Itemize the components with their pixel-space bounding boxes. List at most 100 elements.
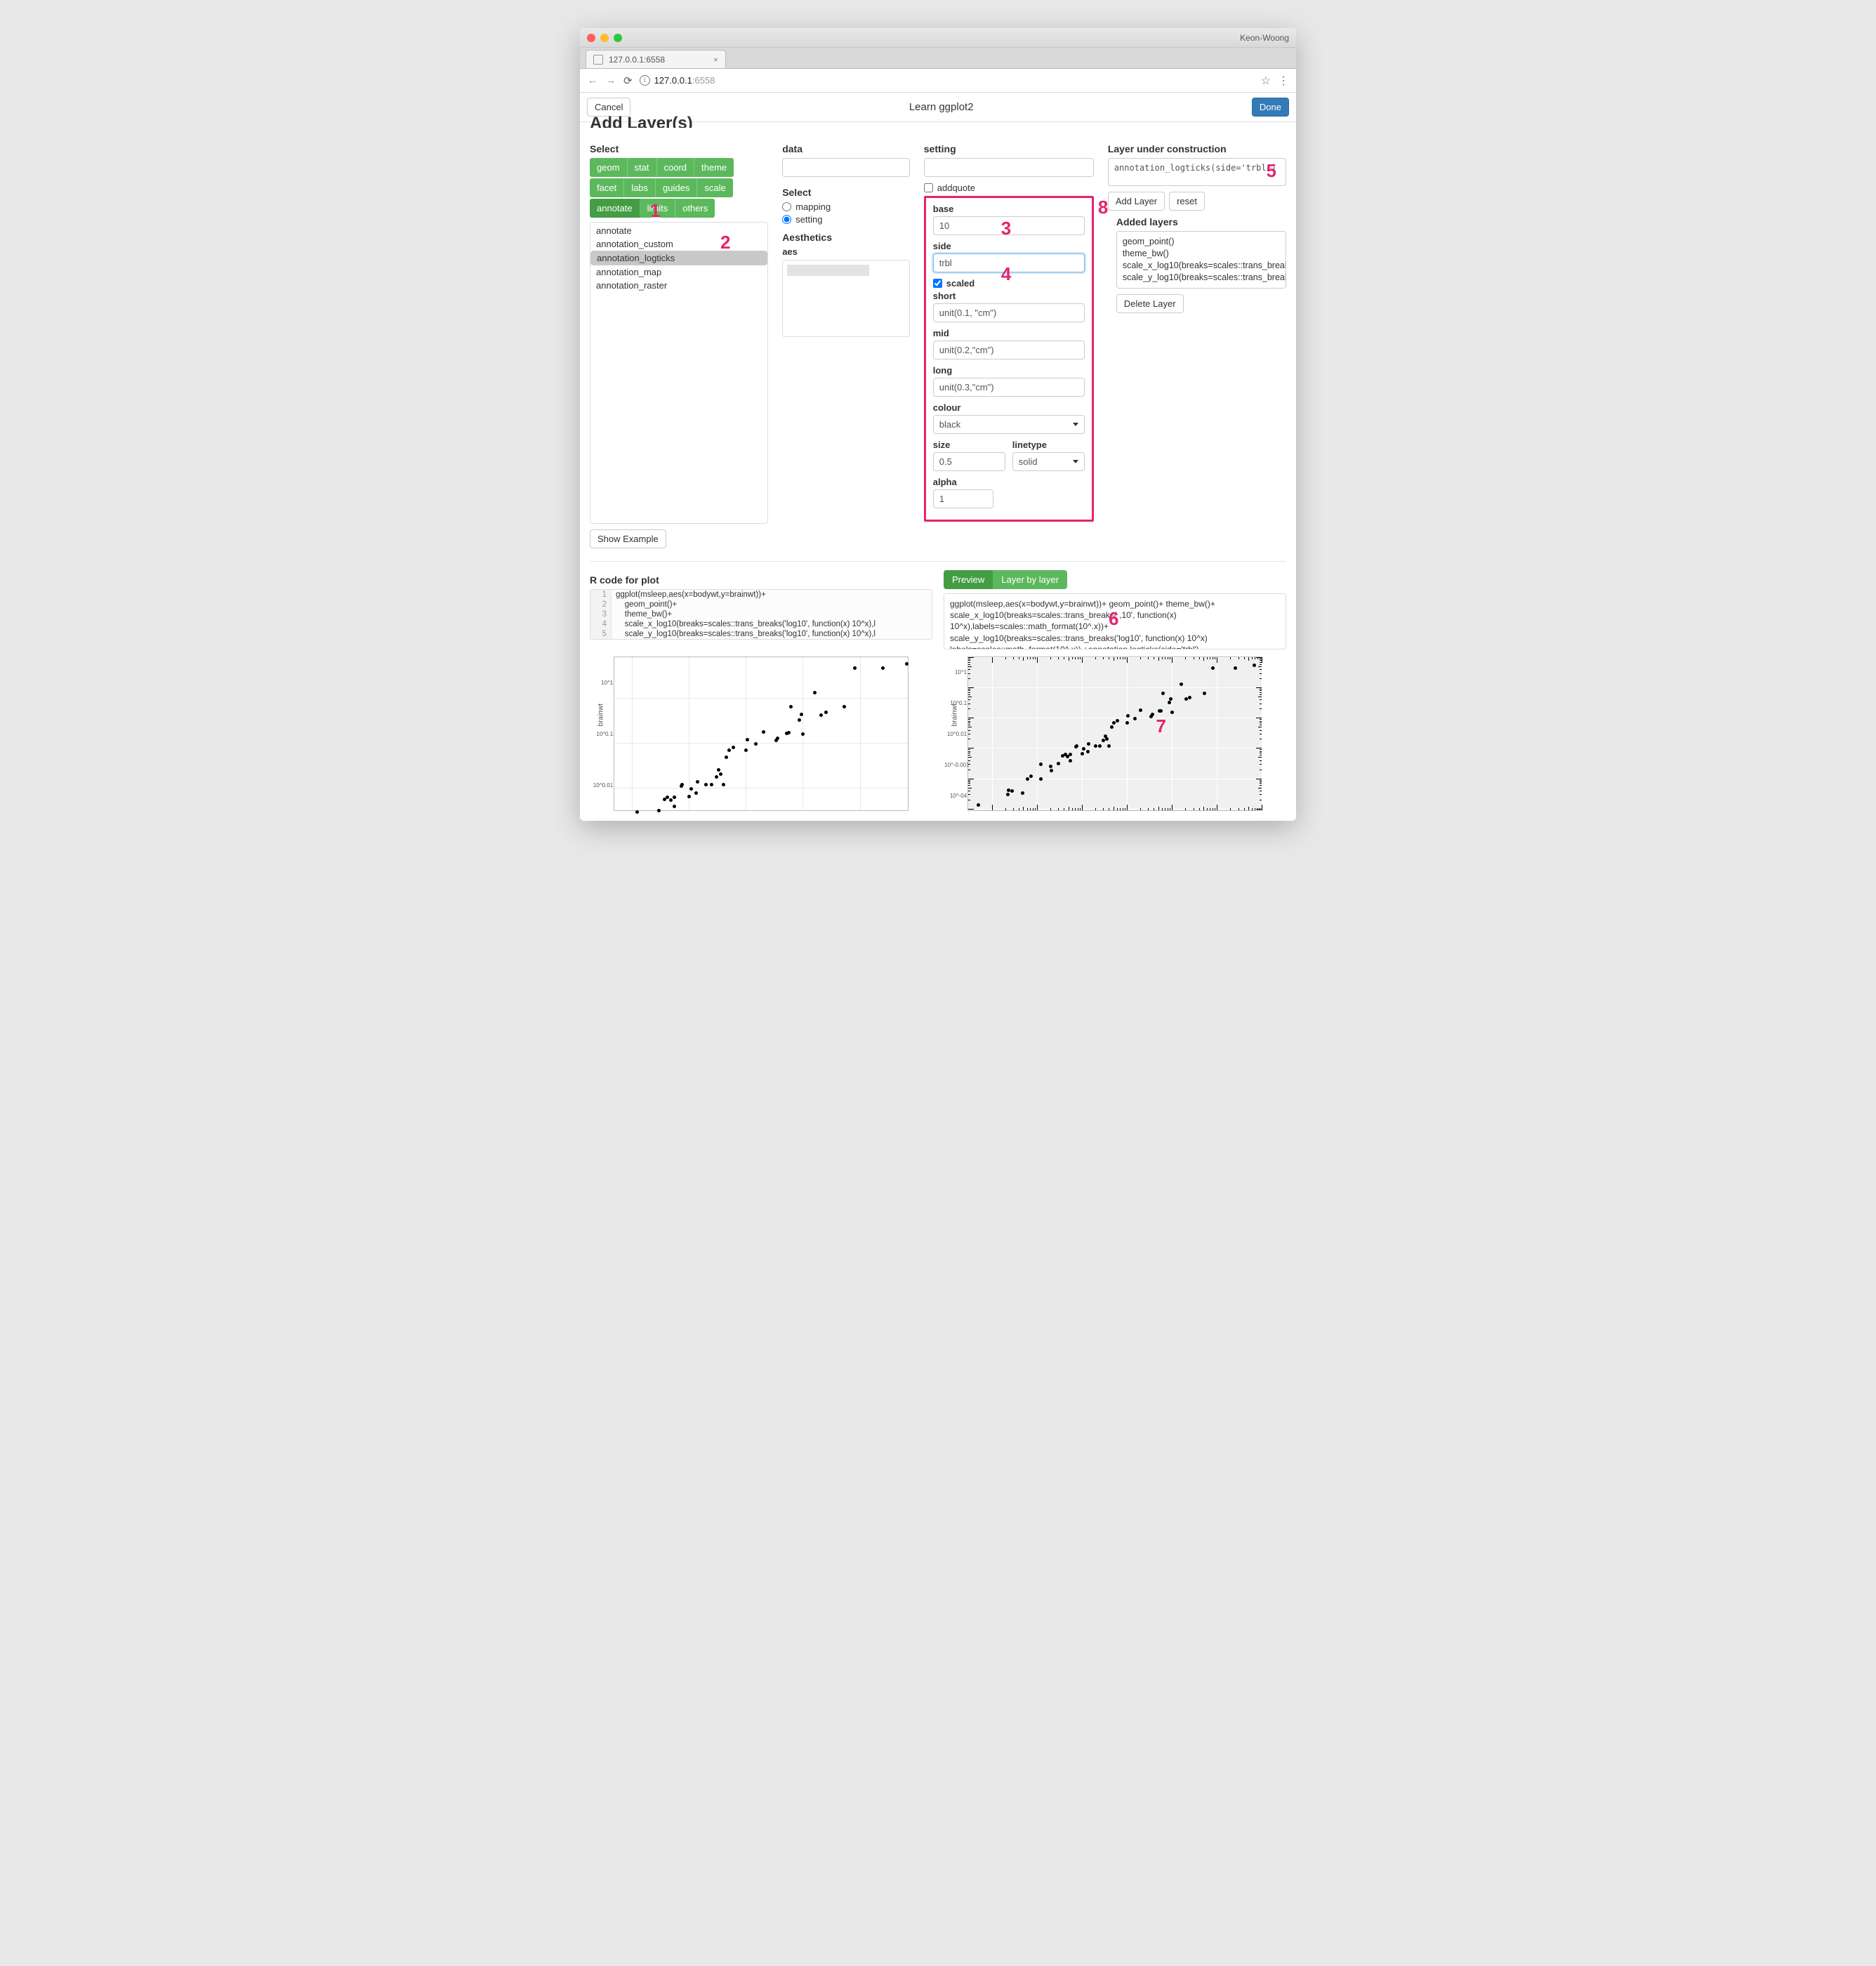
aes-label: aes: [782, 246, 910, 257]
add-layer-button[interactable]: Add Layer: [1108, 192, 1165, 211]
plot-right: 10^-0410^-0.00110^0.0110^0.110^1: [967, 657, 1262, 811]
pill-stat[interactable]: stat: [628, 158, 657, 177]
mapping-radio[interactable]: mapping: [782, 202, 910, 212]
long-label: long: [933, 365, 1085, 376]
size-label: size: [933, 440, 1005, 450]
select-label: Select: [590, 143, 768, 154]
ylabel-right: brainwt: [951, 704, 959, 726]
app-title: Learn ggplot2: [909, 101, 974, 113]
alpha-label: alpha: [933, 477, 993, 487]
setting-label: setting: [924, 143, 1094, 154]
delete-layer-button[interactable]: Delete Layer: [1116, 294, 1184, 313]
tab-layer-by-layer[interactable]: Layer by layer: [993, 570, 1067, 589]
plot-left: 10^0.0110^0.110^1: [614, 657, 909, 811]
list-item[interactable]: annotation_logticks: [590, 251, 767, 265]
preview-tabs: Preview Layer by layer: [944, 570, 1067, 589]
addquote-check[interactable]: addquote: [924, 183, 1094, 193]
reset-button[interactable]: reset: [1169, 192, 1205, 211]
colour-label: colour: [933, 402, 1085, 413]
aesthetics-label: Aesthetics: [782, 232, 910, 243]
pill-labs[interactable]: labs: [624, 178, 656, 197]
linetype-label: linetype: [1012, 440, 1085, 450]
mid-input[interactable]: [933, 341, 1085, 359]
aes-box[interactable]: [782, 260, 910, 337]
titlebar: Keon-Woong: [580, 28, 1296, 48]
forward-icon: →: [605, 74, 616, 86]
pill-geom[interactable]: geom: [590, 158, 628, 177]
base-label: base: [933, 204, 1085, 214]
aes-placeholder: [787, 265, 869, 276]
pill-facet[interactable]: facet: [590, 178, 624, 197]
list-item[interactable]: annotate: [590, 224, 767, 237]
colour-select[interactable]: black: [933, 415, 1085, 434]
close-tab-icon[interactable]: ×: [713, 55, 718, 65]
browser-window: Keon-Woong 127.0.0.1:6558 × ← → ⟳ i 127.…: [580, 28, 1296, 821]
linetype-select[interactable]: solid: [1012, 452, 1085, 471]
data-label: data: [782, 143, 910, 154]
marker-8: 8: [1098, 197, 1108, 218]
favicon-icon: [593, 55, 603, 65]
layer-type-tabs: geomstatcoordtheme facetlabsguidesscale an…: [590, 158, 768, 218]
profile-name: Keon-Woong: [1240, 33, 1289, 43]
chevron-down-icon: [1073, 423, 1078, 426]
pill-others[interactable]: others: [675, 199, 715, 218]
pill-scale[interactable]: scale: [697, 178, 732, 197]
address-bar: ← → ⟳ i 127.0.0.1:6558 ☆ ⋮: [580, 69, 1296, 93]
added-layers-label: Added layers: [1116, 216, 1286, 227]
marker-3: 3: [1001, 218, 1011, 239]
short-label: short: [933, 291, 1085, 301]
size-input[interactable]: [933, 452, 1005, 471]
marker-7: 7: [1156, 715, 1166, 737]
bookmark-icon[interactable]: ☆: [1261, 74, 1271, 88]
menu-icon[interactable]: ⋮: [1278, 74, 1289, 88]
tab-title: 127.0.0.1:6558: [609, 55, 708, 65]
pill-theme[interactable]: theme: [694, 158, 734, 177]
close-window-icon[interactable]: [587, 34, 595, 42]
layer-under-construction[interactable]: annotation_logticks(side='trbl'): [1108, 158, 1286, 186]
mid-label: mid: [933, 328, 1085, 338]
setting-input[interactable]: [924, 158, 1094, 177]
url-field[interactable]: i 127.0.0.1:6558: [640, 75, 1254, 86]
added-layers-box[interactable]: geom_point()theme_bw()scale_x_log10(brea…: [1116, 231, 1286, 289]
data-input[interactable]: [782, 158, 910, 177]
maximize-window-icon[interactable]: [614, 34, 622, 42]
list-item[interactable]: annotation_map: [590, 265, 767, 279]
done-button[interactable]: Done: [1252, 98, 1289, 117]
pill-coord[interactable]: coord: [657, 158, 695, 177]
browser-tab[interactable]: 127.0.0.1:6558 ×: [586, 50, 726, 68]
url-port: :6558: [692, 75, 715, 86]
pill-guides[interactable]: guides: [656, 178, 697, 197]
traffic-lights: [587, 34, 622, 42]
url-host: 127.0.0.1: [654, 75, 692, 86]
code-editor[interactable]: 1ggplot(msleep,aes(x=bodywt,y=brainwt))+…: [590, 589, 932, 640]
list-item[interactable]: annotation_raster: [590, 279, 767, 292]
marker-4: 4: [1001, 263, 1011, 285]
pill-annotate[interactable]: annotate: [590, 199, 640, 218]
reload-icon[interactable]: ⟳: [623, 74, 633, 87]
side-label: side: [933, 241, 1085, 251]
rcode-label: R code for plot: [590, 574, 932, 586]
long-input[interactable]: [933, 378, 1085, 397]
marker-6: 6: [1109, 608, 1118, 630]
under-construction-label: Layer under construction: [1108, 143, 1286, 154]
tab-preview[interactable]: Preview: [944, 570, 993, 589]
settings-panel: base side scaled short mid long colourbl…: [924, 196, 1094, 522]
page-heading: Add Layer(s): [590, 115, 1286, 128]
marker-2: 2: [720, 232, 730, 253]
show-example-button[interactable]: Show Example: [590, 529, 666, 548]
minimize-window-icon[interactable]: [600, 34, 609, 42]
alpha-input[interactable]: [933, 489, 993, 508]
list-item[interactable]: annotation_custom: [590, 237, 767, 251]
chevron-down-icon: [1073, 460, 1078, 463]
tab-strip: 127.0.0.1:6558 ×: [580, 48, 1296, 69]
ylabel-left: brainwt: [597, 704, 605, 726]
select-mode-label: Select: [782, 187, 910, 198]
site-info-icon[interactable]: i: [640, 75, 650, 86]
back-icon[interactable]: ←: [587, 74, 598, 86]
page-content: Add Layer(s) Select geomstatcoordthemefa…: [580, 122, 1296, 821]
setting-radio[interactable]: setting: [782, 214, 910, 225]
short-input[interactable]: [933, 303, 1085, 322]
marker-5: 5: [1267, 160, 1276, 182]
layer-function-list[interactable]: annotateannotation_customannotation_logt…: [590, 222, 768, 524]
cancel-button[interactable]: Cancel: [587, 98, 630, 117]
